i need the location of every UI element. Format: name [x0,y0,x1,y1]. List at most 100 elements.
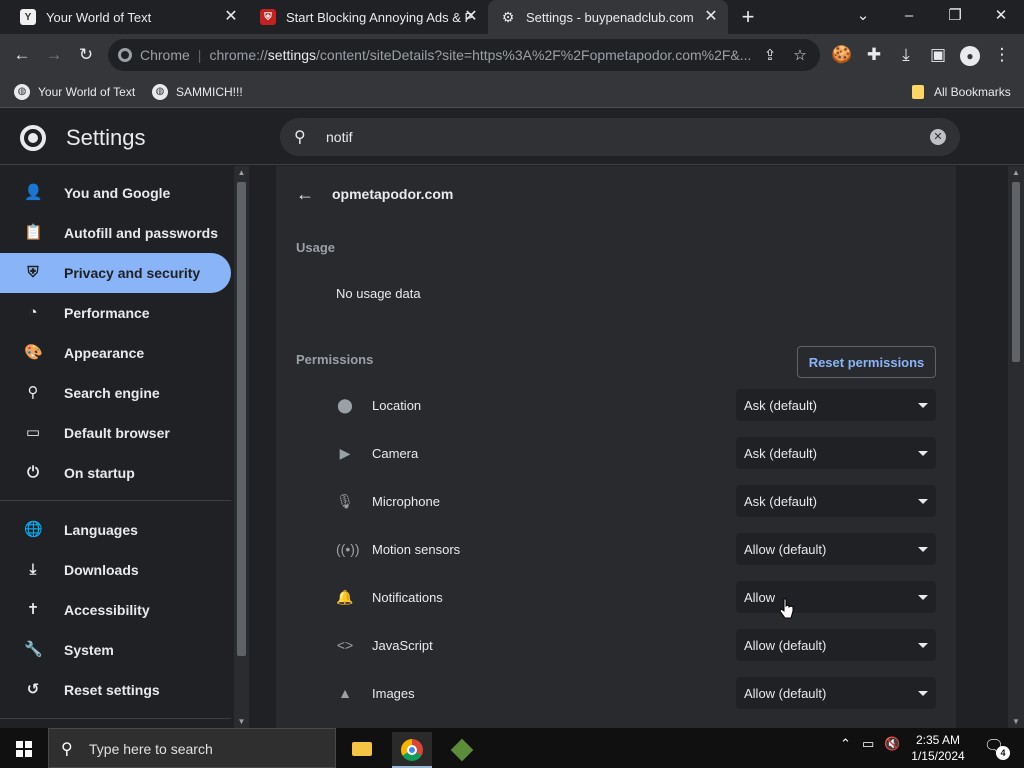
network-icon[interactable]: ▭ [862,736,874,752]
clear-search-icon[interactable]: ✕ [930,129,946,145]
tab-settings[interactable]: ⚙ Settings - buypenadclub.com ✕ [488,0,728,34]
page-title: Settings [66,125,146,150]
search-input[interactable] [326,127,886,147]
reload-button[interactable]: ↻ [73,42,99,68]
scroll-up-icon[interactable]: ▲ [1008,168,1024,177]
new-tab-button[interactable]: + [736,5,760,29]
microphone-icon: 🎙 [336,493,354,509]
scrollbar-thumb[interactable] [1012,182,1020,362]
sidebar-item-on-startup[interactable]: ⏻ On startup [0,453,231,493]
permission-select-location[interactable]: Ask (default) [736,389,936,421]
permission-label: Microphone [372,494,440,509]
settings-search[interactable]: ⚲ ✕ [280,118,960,156]
scroll-down-icon[interactable]: ▼ [1008,717,1024,726]
permission-row-motion-sensors: ((•)) Motion sensors Allow (default) [276,526,956,574]
search-icon: ⚲ [27,384,39,401]
scroll-up-icon[interactable]: ▲ [234,168,249,177]
permission-select-motion-sensors[interactable]: Allow (default) [736,533,936,565]
sidebar-divider [0,500,231,501]
sidebar-item-label: On startup [64,465,135,481]
sidebar-item-system[interactable]: 🔧 System [0,630,231,670]
sidebar-item-privacy[interactable]: ⛨ Privacy and security [0,253,231,293]
permission-select-images[interactable]: Allow (default) [736,677,936,709]
restore-button[interactable]: ❐ [932,0,978,34]
scrollbar-thumb[interactable] [237,182,246,656]
forward-button[interactable]: → [41,42,67,68]
download-icon[interactable]: ⤓ [893,42,919,68]
sidebar-item-default-browser[interactable]: ▭ Default browser [0,413,231,453]
tab-title: Start Blocking Annoying Ads & P [286,9,474,25]
chrome-taskbar-icon[interactable] [392,732,432,768]
minimize-button[interactable]: – [886,0,932,34]
motion-sensor-icon: ((•)) [336,541,360,557]
main-scrollbar[interactable]: ▲ ▼ [1008,166,1024,728]
close-icon[interactable]: ✕ [222,8,240,26]
chevron-down-icon [918,691,928,696]
reset-permissions-button[interactable]: Reset permissions [797,346,936,378]
share-icon[interactable]: ⇪ [760,46,780,66]
location-pin-icon: ⬤ [337,397,353,413]
sidebar-item-accessibility[interactable]: ✝ Accessibility [0,590,231,630]
close-icon[interactable]: ✕ [702,8,720,26]
bookmark-star-icon[interactable]: ☆ [790,46,810,66]
select-value: Allow (default) [744,686,827,701]
taskbar-clock[interactable]: 2:35 AM 1/15/2024 [906,732,970,764]
extensions-icon[interactable]: ✚ [861,42,887,68]
url-path: /content/siteDetails?site=https%3A%2F%2F… [316,47,752,63]
shield-icon: ⛨ [27,264,39,281]
cookie-extension-icon[interactable]: 🍪 [829,42,855,68]
bell-icon: 🔔 [336,589,354,605]
tab-ad-blocker[interactable]: ⛨ Start Blocking Annoying Ads & P ✕ [248,0,488,34]
settings-header: Settings ⚲ ✕ [0,109,1024,165]
bookmark-your-world-of-text[interactable]: ◍ Your World of Text [14,83,135,101]
sidebar-item-appearance[interactable]: 🎨 Appearance [0,333,231,373]
address-bar[interactable]: Chrome | chrome://settings/content/siteD… [108,39,820,71]
sidebar-item-label: You and Google [64,185,171,201]
back-button[interactable]: ← [9,42,35,68]
permission-label: Camera [372,446,419,461]
volume-muted-icon[interactable]: 🔇 [884,736,900,752]
back-arrow-icon[interactable]: ← [296,184,314,205]
select-value: Allow (default) [744,638,827,653]
sidebar-item-label: Default browser [64,425,170,441]
tray-chevron-up-icon[interactable]: ⌃ [840,736,851,752]
sidebar-item-search-engine[interactable]: ⚲ Search engine [0,373,231,413]
bookmark-sammich[interactable]: ◍ SAMMICH!!! [152,83,243,101]
globe-icon: ◍ [152,84,168,100]
profile-avatar[interactable]: ● [957,42,983,68]
sidebar-item-performance[interactable]: ◔ Performance [0,293,231,333]
file-explorer-icon[interactable] [342,732,382,768]
side-panel-icon[interactable]: ▣ [925,42,951,68]
sidebar-item-you-and-google[interactable]: 👤 You and Google [0,173,231,213]
permission-select-javascript[interactable]: Allow (default) [736,629,936,661]
start-button[interactable] [0,728,48,768]
chevron-down-icon [918,547,928,552]
sidebar-item-languages[interactable]: 🌐 Languages [0,510,231,550]
chevron-down-icon [918,403,928,408]
taskbar-search[interactable]: ⚲ Type here to search [48,728,336,768]
close-window-button[interactable]: ✕ [978,0,1024,34]
permission-select-notifications[interactable]: Allow [736,581,936,613]
sidebar-scrollbar[interactable]: ▲ ▼ [234,166,249,728]
url-host: settings [267,47,317,63]
close-icon[interactable]: ✕ [462,8,480,26]
all-bookmarks-folder[interactable]: All Bookmarks [912,83,1011,101]
minecraft-icon[interactable] [442,732,482,768]
sidebar-item-reset-settings[interactable]: ↺ Reset settings [0,670,231,710]
sidebar-item-downloads[interactable]: ⤓ Downloads [0,550,231,590]
permission-row-notifications: 🔔 Notifications Allow [276,574,956,622]
camera-icon: ▶ [339,445,351,461]
clipboard-icon: 📋 [24,224,43,241]
tab-your-world-of-text[interactable]: Y Your World of Text ✕ [8,0,248,34]
tab-search-icon[interactable]: ⌄ [840,0,886,34]
menu-kebab-icon[interactable]: ⋮ [989,42,1015,68]
permission-row-javascript: <> JavaScript Allow (default) [276,622,956,670]
scheme-chip: Chrome [140,47,190,63]
sidebar-item-autofill[interactable]: 📋 Autofill and passwords [0,213,231,253]
scroll-down-icon[interactable]: ▼ [234,717,249,726]
sidebar-item-label: Reset settings [64,682,160,698]
permission-select-camera[interactable]: Ask (default) [736,437,936,469]
tab-strip: Y Your World of Text ✕ ⛨ Start Blocking … [0,0,1024,34]
permission-select-microphone[interactable]: Ask (default) [736,485,936,517]
permission-row-images: ▲ Images Allow (default) [276,670,956,718]
